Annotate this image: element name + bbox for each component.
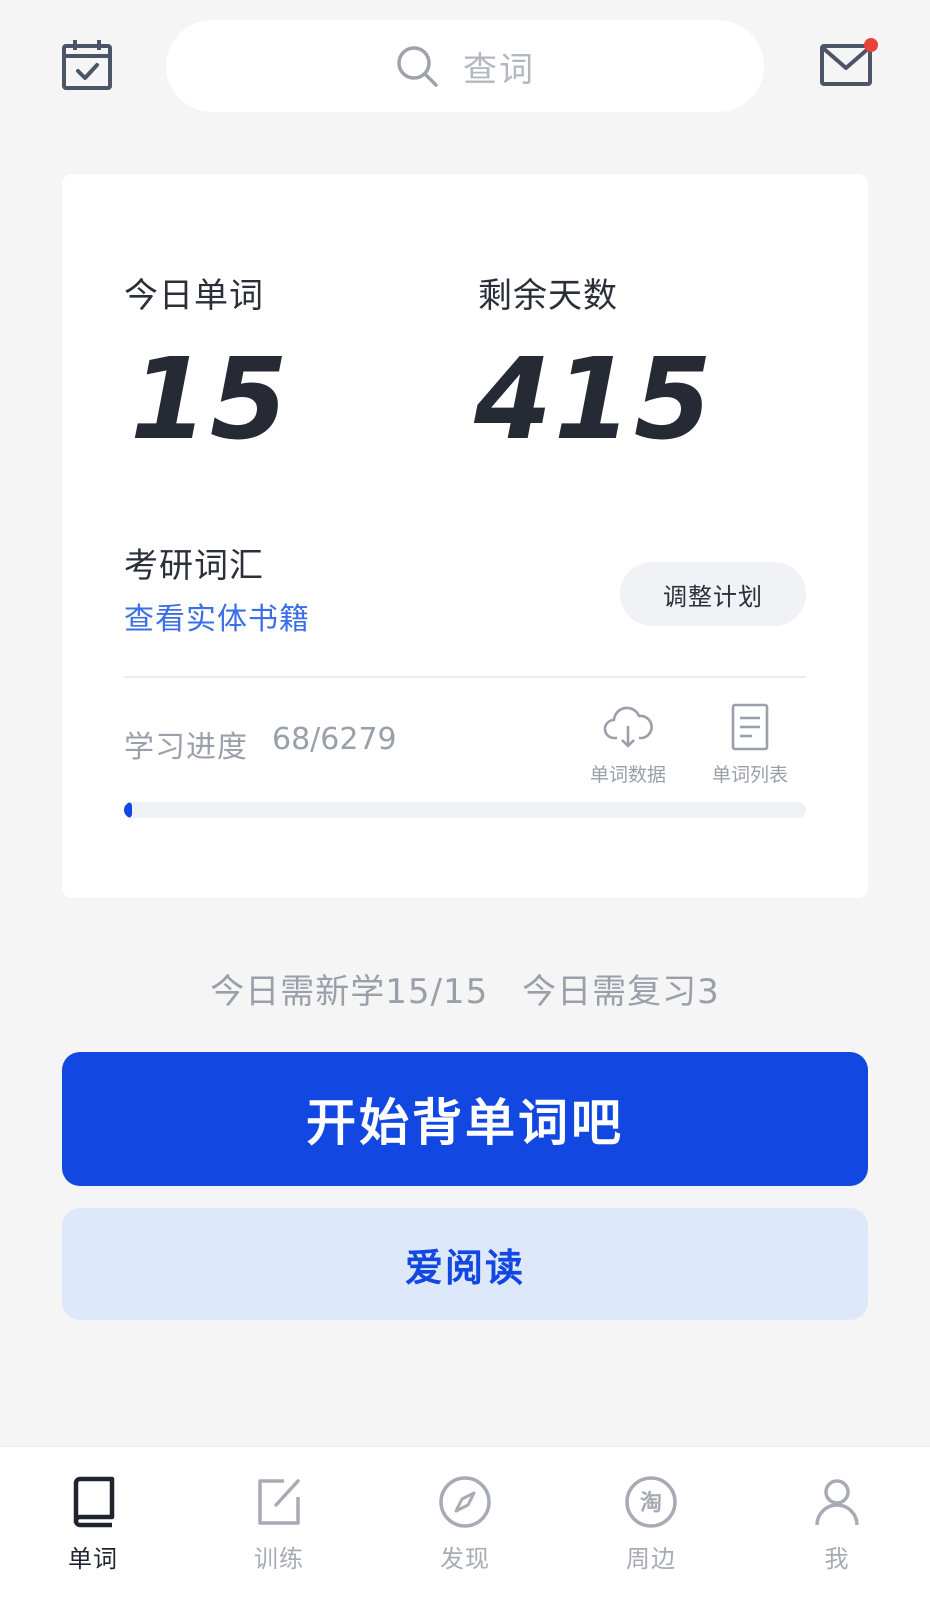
today-words-value: 15 <box>130 335 290 465</box>
compass-icon <box>439 1476 491 1528</box>
edit-icon <box>258 1479 300 1525</box>
study-plan-card: 今日单词 15 剩余天数 415 考研词汇 查看实体书籍 调整计划 学习进度 6… <box>62 174 868 898</box>
search-bar[interactable]: 查词 <box>166 20 764 112</box>
divider <box>124 676 806 678</box>
calendar-checkin-button[interactable] <box>62 38 112 90</box>
word-list-button[interactable]: 单词列表 <box>700 702 800 787</box>
nav-label-discover: 发现 <box>440 1545 490 1573</box>
nav-label-words: 单词 <box>68 1545 118 1573</box>
nav-item-discover[interactable]: 发现 <box>372 1447 558 1600</box>
progress-count: 68/6279 <box>272 722 397 757</box>
nav-label-training: 训练 <box>254 1545 304 1573</box>
progress-label: 学习进度 <box>124 730 248 765</box>
nav-label-nearby: 周边 <box>626 1545 676 1573</box>
daily-summary: 今日需新学15/15 今日需复习3 <box>0 964 930 1013</box>
word-list-label: 单词列表 <box>711 764 788 786</box>
love-reading-button[interactable]: 爱阅读 <box>62 1208 868 1320</box>
progress-bar <box>124 802 806 818</box>
today-words-label: 今日单词 <box>124 276 264 316</box>
user-icon <box>815 1479 859 1526</box>
new-words-today: 今日需新学15/15 <box>210 972 489 1012</box>
taobao-icon: 淘 <box>625 1476 677 1528</box>
messages-button[interactable] <box>820 38 878 90</box>
start-memorizing-button[interactable]: 开始背单词吧 <box>62 1052 868 1186</box>
nav-item-words[interactable]: 单词 <box>0 1447 186 1600</box>
calendar-check-icon <box>62 40 112 90</box>
word-book-title: 考研词汇 <box>124 546 264 586</box>
days-left-value: 415 <box>474 335 714 465</box>
search-placeholder: 查词 <box>463 49 535 90</box>
word-data-label: 单词数据 <box>589 764 666 786</box>
svg-text:淘: 淘 <box>640 1490 662 1516</box>
days-left-label: 剩余天数 <box>478 276 618 316</box>
view-physical-book-link[interactable]: 查看实体书籍 <box>124 594 310 638</box>
nav-label-me: 我 <box>824 1545 850 1573</box>
search-icon <box>397 46 438 87</box>
bottom-nav: 单词 训练 发现 淘 周边 我 <box>0 1446 930 1600</box>
nav-item-nearby[interactable]: 淘 周边 <box>558 1447 744 1600</box>
nav-item-training[interactable]: 训练 <box>186 1447 372 1600</box>
progress-bar-fill <box>124 802 132 818</box>
word-data-button[interactable]: 单词数据 <box>578 702 678 787</box>
unread-badge <box>864 38 878 52</box>
document-list-icon <box>731 703 769 751</box>
book-icon <box>73 1476 115 1528</box>
cloud-download-icon <box>603 706 653 748</box>
adjust-plan-button[interactable]: 调整计划 <box>620 562 806 626</box>
review-words-today: 今日需复习3 <box>522 972 720 1012</box>
nav-item-me[interactable]: 我 <box>744 1447 930 1600</box>
